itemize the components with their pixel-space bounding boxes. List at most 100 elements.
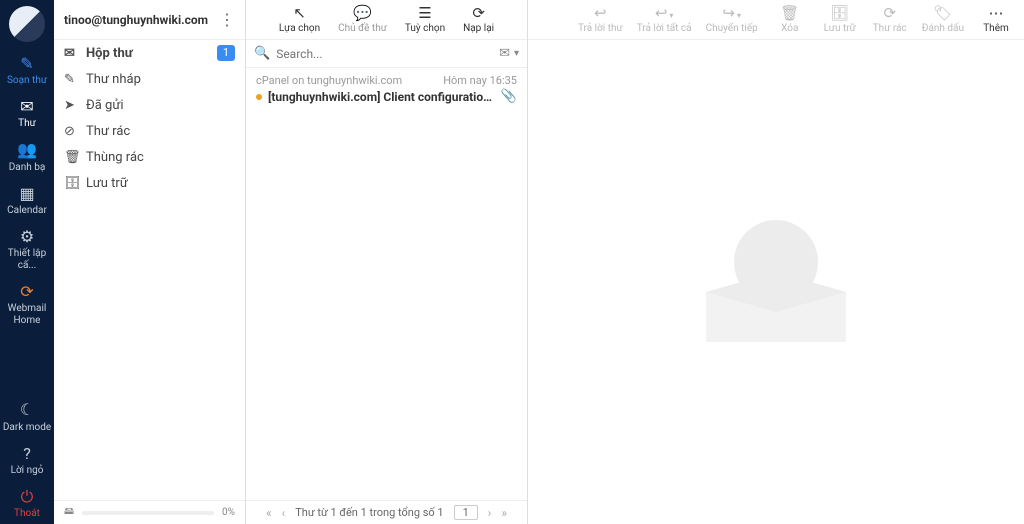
nav-darkmode[interactable]: ☾Dark mode — [0, 394, 54, 437]
folder-drafts[interactable]: ✎Thư nháp — [54, 66, 245, 92]
folder-sent[interactable]: ➤ Đã gửi — [54, 92, 245, 118]
sent-icon: ➤ — [64, 98, 78, 113]
contacts-icon: 👥 — [0, 140, 54, 159]
nav-webmail-label: Webmail Home — [8, 303, 47, 326]
message-toolbar: ↩Trả lời thư ↩▾Trả lời tất cả ↪▾Chuyển t… — [528, 0, 1024, 40]
nav-contacts[interactable]: 👥 Danh bạ — [0, 134, 54, 177]
page-number[interactable]: 1 — [454, 505, 478, 520]
folder-label: Thư rác — [86, 124, 130, 139]
trash-icon: 🗑 — [772, 4, 808, 22]
empty-preview — [528, 40, 1024, 524]
replyall-icon: ↩▾ — [637, 4, 692, 22]
folder-junk[interactable]: ⊘ Thư rác — [54, 118, 245, 144]
nav-calendar[interactable]: ▦ Calendar — [0, 178, 54, 221]
folder-inbox[interactable]: ✉ Hộp thư 1 — [54, 40, 245, 66]
mark-button[interactable]: 🏷Đánh dấu — [922, 4, 964, 34]
options-icon: ☰ — [405, 4, 445, 22]
disk-icon: 🖴 — [64, 504, 74, 521]
ban-icon: ⊘ — [64, 124, 78, 139]
attachment-icon: 📎 — [501, 89, 517, 104]
junk-icon: ⟳ — [872, 4, 908, 22]
power-icon: ⏻ — [0, 487, 54, 506]
options-button[interactable]: ☰Tuỳ chọn — [405, 4, 445, 34]
nav-compose[interactable]: ✎ Soạn thư — [0, 48, 54, 91]
pager-summary: Thư từ 1 đến 1 trong tổng số 1 — [295, 506, 443, 519]
pager: « ‹ Thư từ 1 đến 1 trong tổng số 1 1 › » — [246, 500, 527, 524]
search-scope-icon[interactable]: ✉ — [499, 46, 510, 61]
folder-label: Hộp thư — [86, 46, 133, 61]
empty-inbox-icon — [686, 202, 866, 362]
message-list: cPanel on tunghuynhwiki.com Hôm nay 16:3… — [246, 68, 527, 500]
nav-contacts-label: Danh bạ — [9, 162, 46, 173]
reply-icon: ↩ — [578, 4, 623, 22]
refresh-button[interactable]: ⟳Nạp lại — [463, 4, 494, 34]
nav-about-label: Lời ngỏ — [11, 465, 44, 476]
app-sidebar: ✎ Soạn thư ✉Thư 👥 Danh bạ ▦ Calendar ⚙Thiết… — [0, 0, 54, 524]
chevron-down-icon[interactable]: ▾ — [514, 48, 519, 59]
forward-icon: ↪▾ — [706, 4, 758, 22]
nav-about[interactable]: ? Lời ngỏ — [0, 438, 54, 481]
reply-button[interactable]: ↩Trả lời thư — [578, 4, 623, 34]
calendar-icon: ▦ — [0, 184, 54, 203]
nav-compose-label: Soạn thư — [7, 75, 47, 86]
next-page-button[interactable]: › — [488, 506, 492, 520]
junk-button[interactable]: ⟳Thư rác — [872, 4, 908, 34]
last-page-button[interactable]: » — [501, 506, 507, 520]
message-time: Hôm nay 16:35 — [443, 74, 517, 87]
nav-mail-label: Thư — [18, 118, 36, 129]
nav-mail[interactable]: ✉Thư — [0, 91, 54, 134]
trash-icon: 🗑 — [64, 150, 78, 165]
message-meta: cPanel on tunghuynhwiki.com Hôm nay 16:3… — [246, 68, 527, 87]
quota-footer: 🖴 0% — [54, 500, 245, 524]
quota-bar — [82, 511, 214, 515]
cursor-icon: ↖ — [279, 4, 320, 22]
moon-icon: ☾ — [0, 400, 54, 419]
list-toolbar: ↖Lựa chọn 💬Chủ đề thư ☰Tuỳ chọn ⟳Nạp lại — [246, 0, 527, 40]
delete-button[interactable]: 🗑Xóa — [772, 4, 808, 34]
help-icon: ? — [0, 444, 54, 463]
select-button[interactable]: ↖Lựa chọn — [279, 4, 320, 34]
message-list-pane: ↖Lựa chọn 💬Chủ đề thư ☰Tuỳ chọn ⟳Nạp lại… — [246, 0, 528, 524]
archive-button[interactable]: 🗄Lưu trữ — [822, 4, 858, 34]
more-icon: ⋯ — [978, 4, 1014, 22]
folder-list: ✉ Hộp thư 1 ✎Thư nháp ➤ Đã gửi ⊘ Thư rác 🗑 Th… — [54, 40, 245, 500]
inbox-icon: ✉ — [64, 46, 78, 61]
unread-badge: 1 — [217, 45, 235, 61]
account-email: tinoo@tunghuynhwiki.com — [64, 13, 219, 27]
tag-icon: 🏷 — [922, 4, 964, 22]
threads-button[interactable]: 💬Chủ đề thư — [338, 4, 387, 34]
replyall-button[interactable]: ↩▾Trả lời tất cả — [637, 4, 692, 34]
folder-trash[interactable]: 🗑 Thùng rác — [54, 144, 245, 170]
nav-logout-label: Thoát — [14, 508, 40, 519]
account-menu-icon[interactable]: ⋮ — [219, 10, 235, 29]
nav-webmail-home[interactable]: ⟳ Webmail Home — [0, 276, 54, 331]
archive-icon: 🗄 — [64, 176, 78, 191]
message-from: cPanel on tunghuynhwiki.com — [256, 74, 443, 87]
folder-pane: tinoo@tunghuynhwiki.com ⋮ ✉Hộp thư1 ✎Thư… — [54, 0, 246, 524]
prev-page-button[interactable]: ‹ — [282, 506, 286, 520]
search-bar: 🔍 ✉ ▾ — [246, 40, 527, 68]
preview-pane: ↩Trả lời thư ↩▾Trả lời tất cả ↪▾Chuyển t… — [528, 0, 1024, 524]
folder-archive[interactable]: 🗄Lưu trữ — [54, 170, 245, 196]
unread-dot-icon — [256, 94, 262, 100]
archive-icon: 🗄 — [822, 4, 858, 22]
first-page-button[interactable]: « — [266, 506, 272, 520]
compose-icon: ✎ — [0, 54, 54, 73]
account-header: tinoo@tunghuynhwiki.com ⋮ — [54, 0, 245, 40]
app-logo — [9, 6, 45, 42]
folder-label: Đã gửi — [86, 98, 124, 113]
forward-button[interactable]: ↪▾Chuyển tiếp — [706, 4, 758, 34]
quota-pct: 0% — [222, 507, 235, 518]
refresh-icon: ⟳ — [463, 4, 494, 22]
pencil-icon: ✎ — [64, 72, 78, 87]
nav-logout[interactable]: ⏻ Thoát — [0, 481, 54, 524]
search-input[interactable] — [276, 47, 495, 61]
nav-settings[interactable]: ⚙Thiết lập cấ... — [0, 221, 54, 276]
more-button[interactable]: ⋯Thêm — [978, 4, 1014, 34]
message-row[interactable]: [tunghuynhwiki.com] Client configuration… — [246, 87, 527, 110]
nav-calendar-label: Calendar — [7, 205, 47, 216]
folder-label: Thùng rác — [86, 150, 144, 165]
search-icon: 🔍 — [254, 46, 270, 61]
cpanel-icon: ⟳ — [0, 282, 54, 301]
nav-settings-label: Thiết lập cấ... — [8, 248, 46, 271]
